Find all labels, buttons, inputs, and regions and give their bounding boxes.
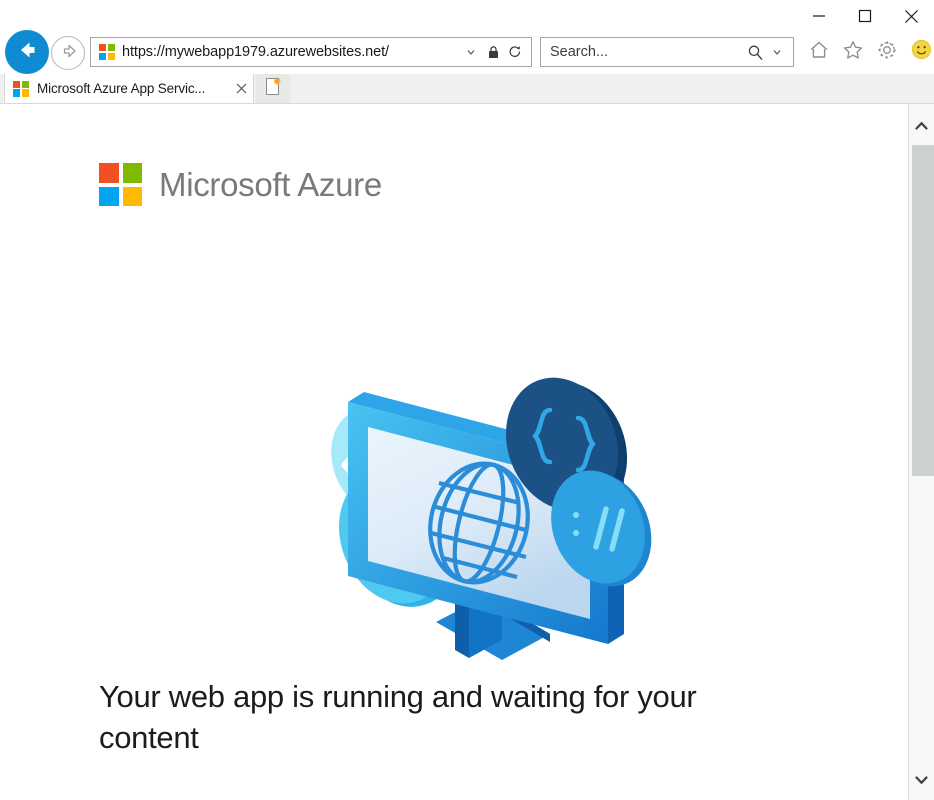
search-dropdown-icon[interactable] — [766, 47, 788, 57]
window-controls — [796, 0, 934, 32]
back-button[interactable] — [5, 30, 49, 74]
tab-strip: Microsoft Azure App Servic... — [0, 74, 934, 104]
forward-arrow-icon — [58, 41, 78, 66]
minimize-button[interactable] — [796, 0, 842, 32]
page-scrollbar[interactable] — [908, 104, 934, 800]
new-tab-icon — [263, 76, 283, 102]
browser-window: https://mywebapp1979.azurewebsites.net/ … — [0, 0, 934, 800]
page-viewport: Microsoft Azure Your web app is running … — [0, 104, 908, 800]
site-favicon-icon — [99, 44, 115, 60]
new-tab-button[interactable] — [256, 74, 290, 103]
forward-button[interactable] — [51, 36, 85, 70]
back-arrow-icon — [14, 37, 40, 68]
home-icon — [808, 39, 830, 66]
hero-illustration — [250, 372, 670, 672]
close-button[interactable] — [888, 0, 934, 32]
minimize-icon — [812, 9, 826, 23]
search-input[interactable]: Search... — [550, 44, 744, 60]
gear-icon — [876, 39, 898, 66]
chevron-down-icon — [915, 772, 928, 790]
star-icon — [842, 39, 864, 66]
title-bar — [0, 0, 934, 32]
toolbar-icons — [806, 37, 934, 67]
refresh-icon[interactable] — [504, 45, 526, 59]
settings-button[interactable] — [874, 39, 900, 65]
feedback-button[interactable] — [908, 39, 934, 65]
scroll-up-button[interactable] — [909, 114, 934, 140]
scrollbar-thumb[interactable] — [912, 145, 934, 476]
address-bar[interactable]: https://mywebapp1979.azurewebsites.net/ — [90, 37, 532, 67]
favorites-button[interactable] — [840, 39, 866, 65]
close-icon — [904, 9, 919, 24]
address-dropdown-icon[interactable] — [460, 47, 482, 57]
smiley-icon — [911, 39, 932, 65]
lock-icon — [482, 45, 504, 59]
tab-title: Microsoft Azure App Servic... — [37, 81, 206, 96]
tab-active[interactable]: Microsoft Azure App Servic... — [4, 74, 254, 103]
maximize-icon — [858, 9, 872, 23]
chevron-up-icon — [915, 118, 928, 136]
url-text: https://mywebapp1979.azurewebsites.net/ — [122, 44, 389, 60]
tab-close-icon[interactable] — [229, 74, 253, 103]
home-button[interactable] — [806, 39, 832, 65]
search-box[interactable]: Search... — [540, 37, 794, 67]
scroll-down-button[interactable] — [909, 768, 934, 794]
azure-brand: Microsoft Azure — [99, 163, 382, 206]
search-icon[interactable] — [744, 44, 766, 61]
tab-favicon-icon — [13, 80, 29, 97]
page-headline: Your web app is running and waiting for … — [99, 679, 697, 755]
brand-wordmark: Microsoft Azure — [159, 165, 382, 203]
maximize-button[interactable] — [842, 0, 888, 32]
microsoft-logo-icon — [99, 163, 142, 206]
